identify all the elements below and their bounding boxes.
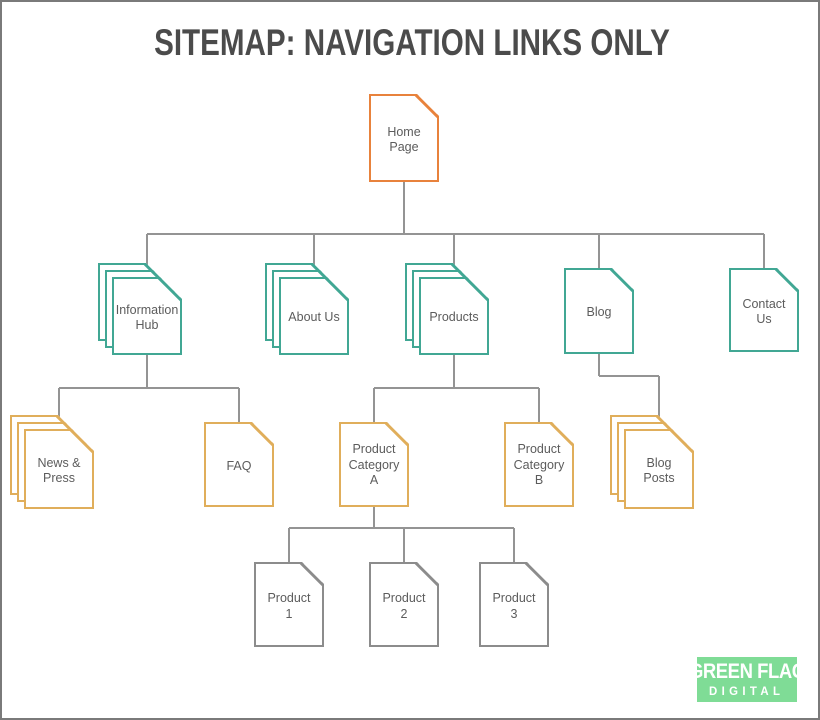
folded-corner-icon (384, 422, 409, 446)
page-sheet (204, 422, 274, 507)
folded-corner-icon (249, 422, 274, 446)
node-faq[interactable]: FAQ (204, 422, 274, 507)
node-about-us[interactable]: About Us (265, 263, 349, 355)
folded-corner-icon (157, 277, 182, 301)
node-contact-us[interactable]: Contact Us (729, 268, 799, 352)
folded-corner-icon (414, 562, 439, 586)
page-sheet (279, 277, 349, 355)
page-sheet (729, 268, 799, 352)
page-sheet (369, 94, 439, 182)
node-info-hub[interactable]: Information Hub (98, 263, 182, 355)
folded-corner-icon (324, 277, 349, 301)
page-sheet (369, 562, 439, 647)
sitemap-canvas: Sitemap: Navigation Links Only Home Page… (0, 0, 820, 720)
node-prod-cat-a[interactable]: Product Category A (339, 422, 409, 507)
folded-corner-icon (609, 268, 634, 292)
brand-logo: GREEN FLAG DIGITAL (689, 657, 806, 702)
page-sheet (504, 422, 574, 507)
folded-corner-icon (464, 277, 489, 301)
logo-line-secondary: DIGITAL (709, 684, 785, 698)
folded-corner-icon (524, 562, 549, 586)
node-blog[interactable]: Blog (564, 268, 634, 354)
page-sheet (112, 277, 182, 355)
page-sheet (339, 422, 409, 507)
page-sheet (479, 562, 549, 647)
folded-corner-icon (549, 422, 574, 446)
page-sheet (24, 429, 94, 509)
node-home[interactable]: Home Page (369, 94, 439, 182)
logo-line-primary: GREEN FLAG (688, 660, 806, 683)
page-title: Sitemap: Navigation Links Only (154, 22, 670, 63)
folded-corner-icon (774, 268, 799, 292)
node-product-1[interactable]: Product 1 (254, 562, 324, 647)
folded-corner-icon (669, 429, 694, 453)
page-sheet (419, 277, 489, 355)
node-news-press[interactable]: News & Press (10, 415, 94, 509)
folded-corner-icon (69, 429, 94, 453)
page-sheet (254, 562, 324, 647)
node-prod-cat-b[interactable]: Product Category B (504, 422, 574, 507)
folded-corner-icon (414, 94, 439, 118)
node-blog-posts[interactable]: Blog Posts (610, 415, 694, 509)
node-product-2[interactable]: Product 2 (369, 562, 439, 647)
node-product-3[interactable]: Product 3 (479, 562, 549, 647)
node-products[interactable]: Products (405, 263, 489, 355)
folded-corner-icon (299, 562, 324, 586)
page-sheet (624, 429, 694, 509)
page-sheet (564, 268, 634, 354)
